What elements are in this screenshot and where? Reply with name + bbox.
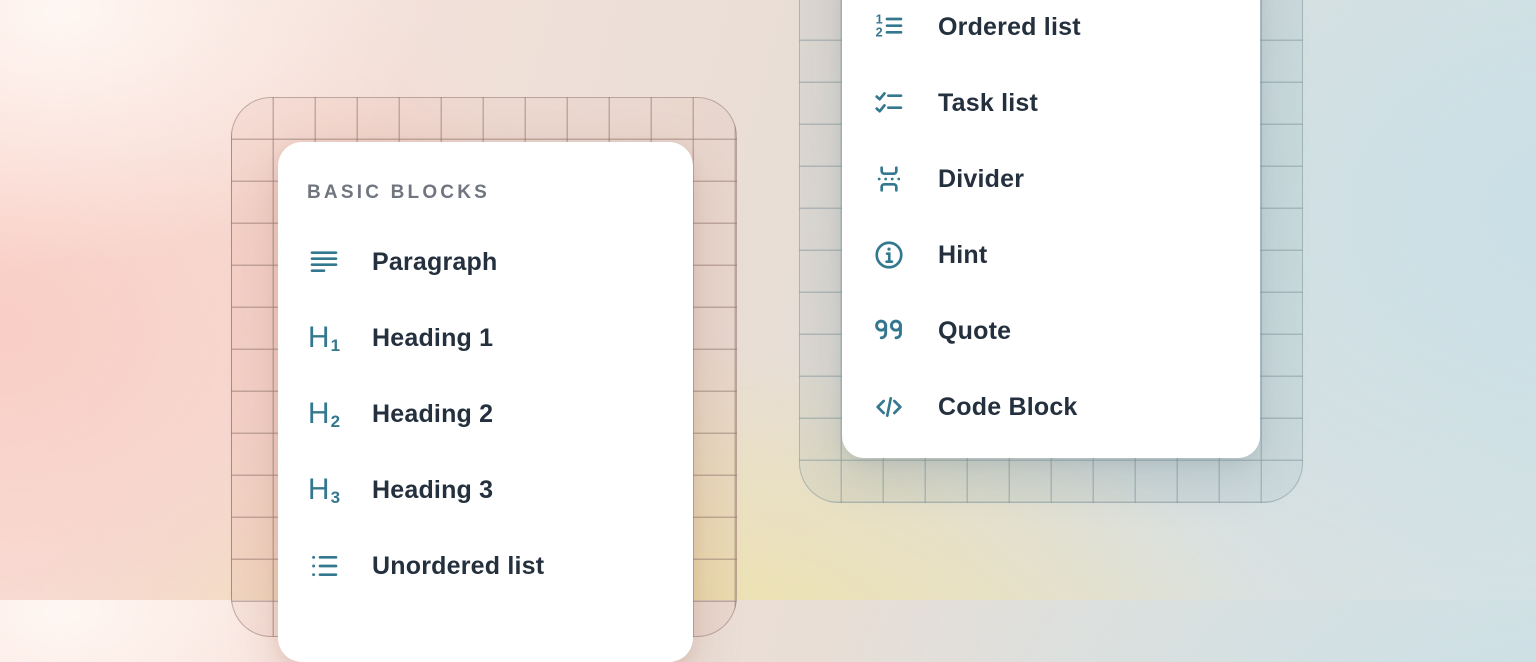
menu-item-ordered-list[interactable]: 1 2 Ordered list [872, 0, 1260, 65]
menu-item-label: Heading 1 [372, 324, 493, 353]
basic-blocks-menu: Paragraph H1 Heading 1 H2 Heading 2 H3 H… [307, 224, 693, 604]
menu-item-unordered-list[interactable]: Unordered list [307, 528, 693, 604]
menu-item-label: Task list [938, 89, 1038, 118]
menu-item-label: Heading 2 [372, 400, 493, 429]
menu-item-label: Ordered list [938, 13, 1081, 42]
menu-item-label: Quote [938, 317, 1011, 346]
code-block-icon [872, 390, 906, 424]
blocks-menu-card-continued: 1 2 Ordered list Task list [842, 0, 1260, 458]
quote-icon [872, 314, 906, 348]
menu-item-label: Divider [938, 165, 1024, 194]
menu-item-heading-2[interactable]: H2 Heading 2 [307, 376, 693, 452]
menu-item-label: Heading 3 [372, 476, 493, 505]
blocks-menu: 1 2 Ordered list Task list [872, 0, 1260, 445]
section-label: BASIC BLOCKS [307, 179, 693, 207]
unordered-list-icon [307, 549, 341, 583]
ordered-list-icon: 1 2 [872, 10, 906, 44]
menu-item-heading-3[interactable]: H3 Heading 3 [307, 452, 693, 528]
heading-1-icon: H1 [307, 321, 341, 355]
menu-item-label: Hint [938, 241, 987, 270]
menu-item-quote[interactable]: Quote [872, 293, 1260, 369]
basic-blocks-menu-card: BASIC BLOCKS Paragraph H1 Heading 1 H2 [278, 142, 693, 662]
menu-item-task-list[interactable]: Task list [872, 65, 1260, 141]
menu-item-hint[interactable]: Hint [872, 217, 1260, 293]
divider-icon [872, 162, 906, 196]
svg-text:2: 2 [876, 25, 883, 39]
task-list-icon [872, 86, 906, 120]
hint-icon [872, 238, 906, 272]
heading-2-icon: H2 [307, 397, 341, 431]
menu-item-code-block[interactable]: Code Block [872, 369, 1260, 445]
menu-item-divider[interactable]: Divider [872, 141, 1260, 217]
menu-item-label: Paragraph [372, 248, 497, 277]
paragraph-icon [307, 245, 341, 279]
heading-3-icon: H3 [307, 473, 341, 507]
menu-item-paragraph[interactable]: Paragraph [307, 224, 693, 300]
menu-item-heading-1[interactable]: H1 Heading 1 [307, 300, 693, 376]
menu-item-label: Code Block [938, 393, 1078, 422]
menu-item-label: Unordered list [372, 552, 544, 581]
